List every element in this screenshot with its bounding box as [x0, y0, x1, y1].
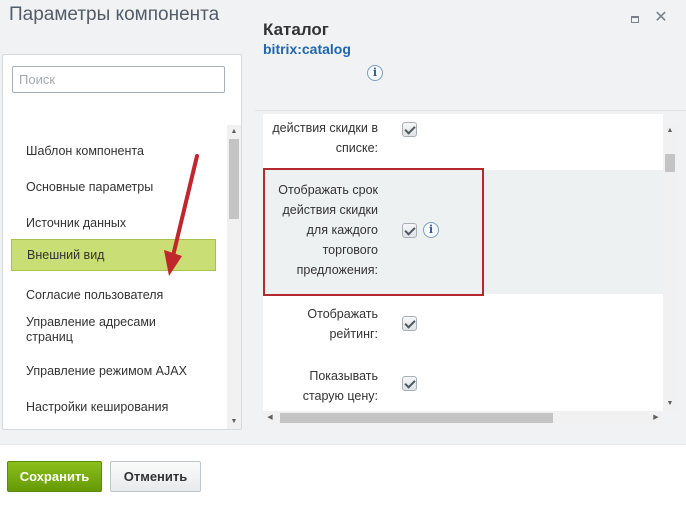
scroll-up-icon[interactable]: ▲	[227, 125, 241, 139]
sidebar-item-url-management[interactable]: Управление адресами страниц	[11, 313, 191, 347]
component-code: bitrix:catalog	[263, 41, 351, 57]
scroll-right-icon[interactable]: ▶	[649, 411, 663, 425]
close-icon[interactable]: ✕	[652, 9, 670, 27]
sidebar-panel: Шаблон компонента Основные параметры Ист…	[2, 54, 242, 430]
component-header: Каталог bitrix:catalog	[263, 20, 351, 57]
property-label: действия скидки в списке:	[272, 121, 378, 155]
search-input[interactable]	[12, 66, 225, 93]
scroll-down-icon[interactable]: ▼	[227, 415, 241, 429]
header-divider	[255, 110, 686, 111]
scroll-down-icon[interactable]: ▼	[663, 397, 677, 411]
highlight-frame	[263, 168, 484, 296]
sidebar-item-label: Шаблон компонента	[26, 143, 144, 158]
sidebar-item-label: Основные параметры	[26, 179, 154, 194]
properties-hscrollbar[interactable]: ◀ ▶	[263, 411, 663, 425]
sidebar-item-label: Управление адресами страниц	[26, 315, 156, 344]
property-row: Отображать рейтинг:	[263, 296, 663, 352]
property-checkbox[interactable]	[402, 122, 417, 137]
sidebar-scrollbar[interactable]: ▲ ▼	[227, 125, 241, 429]
sidebar-item-ajax[interactable]: Управление режимом AJAX	[11, 359, 216, 383]
annotation-arrow-icon	[164, 154, 199, 276]
info-icon[interactable]: i	[367, 65, 383, 81]
scroll-left-icon[interactable]: ◀	[263, 411, 277, 425]
sidebar-item-label: Согласие пользователя	[26, 287, 164, 302]
dialog-footer: Сохранить Отменить	[0, 444, 686, 507]
scroll-up-icon[interactable]: ▲	[663, 124, 677, 138]
maximize-icon[interactable]	[626, 9, 644, 27]
scrollbar-thumb[interactable]	[665, 154, 675, 172]
sidebar-item-label: Управление режимом AJAX	[26, 363, 187, 378]
sidebar-item-label: Настройки кеширования	[26, 399, 169, 414]
sidebar-item-caching[interactable]: Настройки кеширования	[11, 395, 216, 419]
property-label: Отображать рейтинг:	[307, 307, 378, 341]
sidebar-item-label: Внешний вид	[27, 247, 105, 262]
sidebar-item-label: Источник данных	[26, 215, 127, 230]
cancel-button[interactable]: Отменить	[110, 461, 201, 492]
property-checkbox[interactable]	[402, 316, 417, 331]
scrollbar-thumb[interactable]	[229, 139, 239, 219]
property-label: Показывать старую цену:	[302, 369, 378, 403]
properties-scrollbar[interactable]: ▲ ▼	[663, 124, 677, 411]
property-row: действия скидки в списке:	[263, 114, 663, 164]
dialog-title: Параметры компонента	[9, 4, 220, 25]
scrollbar-thumb[interactable]	[280, 413, 553, 423]
component-name: Каталог	[263, 20, 329, 39]
sidebar-item-user-consent[interactable]: Согласие пользователя	[11, 283, 216, 307]
property-checkbox[interactable]	[402, 376, 417, 391]
property-row: Показывать старую цену:	[263, 358, 663, 411]
save-button[interactable]: Сохранить	[7, 461, 102, 492]
